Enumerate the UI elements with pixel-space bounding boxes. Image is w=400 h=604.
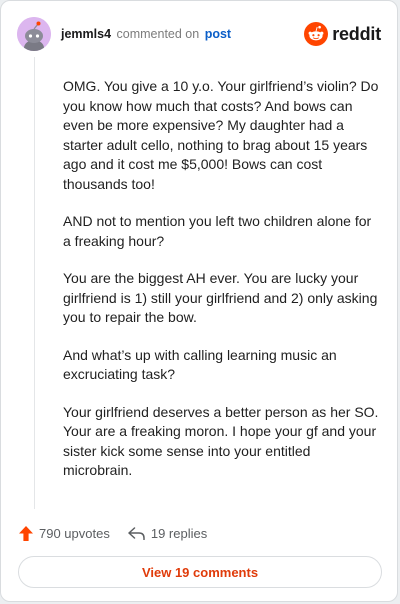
snoo-avatar-icon[interactable] (17, 17, 51, 51)
action-text: commented on (116, 27, 200, 41)
post-link[interactable]: post (205, 27, 231, 41)
comment-paragraph: And what’s up with calling learning musi… (63, 346, 337, 383)
view-comments-button[interactable]: View 19 comments (18, 556, 382, 588)
username-link[interactable]: jemmls4 (61, 27, 111, 41)
comment-header: jemmls4 commented on post reddit (17, 17, 381, 51)
comment-paragraph: Your girlfriend deserves a better person… (63, 403, 379, 479)
upvote-arrow-icon (19, 525, 33, 541)
comment-paragraph: OMG. You give a 10 y.o. Your girlfriend’… (63, 78, 379, 192)
brand-wordmark: reddit (332, 23, 381, 44)
upvote-count: 790 upvotes (39, 525, 110, 541)
reply-count: 19 replies (150, 525, 208, 541)
comment-actions: 790 upvotes 19 replies (19, 521, 207, 545)
reply-button[interactable]: 19 replies (128, 526, 207, 541)
reply-arrow-icon (128, 526, 145, 540)
comment-paragraph: AND not to mention you left two children… (63, 213, 372, 249)
reddit-brand[interactable]: reddit (304, 21, 381, 47)
comment-meta: jemmls4 commented on post (61, 27, 231, 41)
upvote-button[interactable]: 790 upvotes (19, 525, 110, 541)
comment-body: OMG. You give a 10 y.o. Your girlfriend’… (63, 77, 381, 499)
reddit-logo-icon (304, 22, 329, 46)
comment-card: jemmls4 commented on post reddit OMG. Yo… (0, 0, 398, 602)
comment-paragraph: You are the biggest AH ever. You are luc… (63, 270, 378, 325)
thread-line[interactable] (34, 57, 35, 509)
